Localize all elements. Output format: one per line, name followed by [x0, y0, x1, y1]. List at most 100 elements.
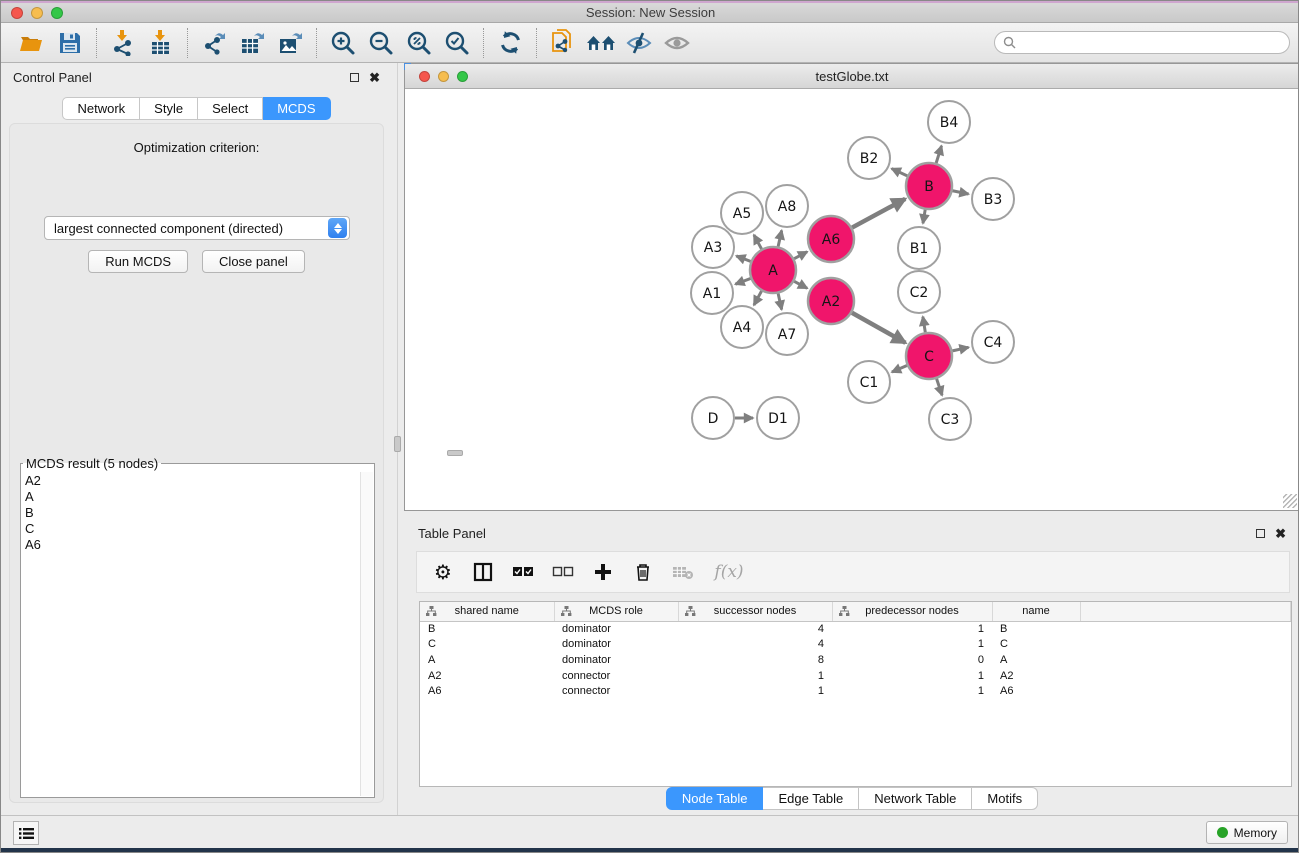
window-resize-grip[interactable] [1283, 494, 1297, 508]
graph-node-D1[interactable]: D1 [757, 397, 799, 439]
tab-style[interactable]: Style [140, 97, 198, 120]
first-neighbors-button[interactable] [582, 26, 620, 60]
tab-edge-table[interactable]: Edge Table [763, 787, 859, 810]
table-cell[interactable]: 4 [678, 621, 832, 637]
result-item[interactable]: A6 [25, 537, 374, 553]
table-cell[interactable]: A [992, 652, 1080, 668]
table-cell[interactable]: C [420, 637, 554, 653]
minimize-window-button[interactable] [31, 7, 43, 19]
select-all-button[interactable] [509, 558, 537, 586]
close-window-button[interactable] [11, 7, 23, 19]
zoom-fit-button[interactable] [400, 26, 438, 60]
table-cell[interactable] [1080, 668, 1291, 684]
refresh-button[interactable] [491, 26, 529, 60]
optimization-criterion-select[interactable]: largest connected component (directed) [44, 216, 350, 240]
table-cell[interactable] [1080, 683, 1291, 699]
table-cell[interactable]: 1 [678, 668, 832, 684]
import-network-button[interactable] [104, 26, 142, 60]
table-cell[interactable]: 1 [832, 637, 992, 653]
graph-edge-A-A8[interactable] [778, 230, 782, 246]
search-input[interactable] [1021, 36, 1289, 50]
graph-edge-B-B1[interactable] [923, 210, 925, 224]
graph-node-A6[interactable]: A6 [808, 216, 854, 262]
graph-edge-A-A2[interactable] [794, 281, 807, 288]
graph-edge-B-B2[interactable] [892, 169, 908, 176]
graph-node-A4[interactable]: A4 [721, 306, 763, 348]
tab-mcds[interactable]: MCDS [263, 97, 330, 120]
tab-select[interactable]: Select [198, 97, 263, 120]
column-header-shared-name[interactable]: shared name [420, 602, 554, 621]
graph-node-A7[interactable]: A7 [766, 313, 808, 355]
zoom-out-button[interactable] [362, 26, 400, 60]
graph-node-A2[interactable]: A2 [808, 278, 854, 324]
table-cell[interactable] [1080, 637, 1291, 653]
memory-button[interactable]: Memory [1206, 821, 1288, 844]
graph-node-A1[interactable]: A1 [691, 272, 733, 314]
column-header-predecessor-nodes[interactable]: predecessor nodes [832, 602, 992, 621]
table-cell[interactable]: 4 [678, 637, 832, 653]
export-network-button[interactable] [195, 26, 233, 60]
table-cell[interactable]: 1 [832, 668, 992, 684]
search-box[interactable] [994, 31, 1290, 54]
table-cell[interactable]: A2 [420, 668, 554, 684]
table-cell[interactable]: 0 [832, 652, 992, 668]
result-item[interactable]: A [25, 489, 374, 505]
graph-edge-A-A5[interactable] [754, 235, 762, 249]
graph-edge-A-A7[interactable] [778, 293, 782, 309]
table-cell[interactable]: dominator [554, 637, 678, 653]
graph-node-C2[interactable]: C2 [898, 271, 940, 313]
table-row[interactable]: Adominator80A [420, 652, 1291, 668]
table-cell[interactable]: dominator [554, 621, 678, 637]
task-history-button[interactable] [13, 821, 39, 845]
float-panel-icon[interactable] [350, 73, 359, 82]
graph-edge-A-A3[interactable] [736, 256, 750, 261]
result-item[interactable]: B [25, 505, 374, 521]
deselect-all-button[interactable] [549, 558, 577, 586]
graph-edge-C-C1[interactable] [892, 366, 907, 373]
result-scrollbar[interactable] [360, 472, 373, 796]
graph-node-B1[interactable]: B1 [898, 227, 940, 269]
graph-node-C[interactable]: C [906, 333, 952, 379]
network-window-titlebar[interactable]: testGlobe.txt [405, 64, 1299, 89]
vertical-splitter[interactable] [392, 63, 404, 815]
graph-node-C1[interactable]: C1 [848, 361, 890, 403]
graph-edge-A-A4[interactable] [754, 291, 762, 305]
float-table-panel-icon[interactable] [1256, 529, 1265, 538]
table-cell[interactable]: 1 [832, 683, 992, 699]
table-cell[interactable]: 8 [678, 652, 832, 668]
graph-edge-C-C2[interactable] [923, 317, 925, 333]
add-column-button[interactable] [589, 558, 617, 586]
graph-node-B4[interactable]: B4 [928, 101, 970, 143]
minimize-view-button[interactable] [438, 71, 449, 82]
tab-network[interactable]: Network [62, 97, 140, 120]
graph-node-C3[interactable]: C3 [929, 398, 971, 440]
graph-node-B3[interactable]: B3 [972, 178, 1014, 220]
zoom-in-button[interactable] [324, 26, 362, 60]
graph-edge-A2-C[interactable] [852, 313, 906, 343]
table-cell[interactable]: B [420, 621, 554, 637]
table-cell[interactable]: 1 [832, 621, 992, 637]
graph-edge-C-C3[interactable] [937, 379, 943, 396]
graph-node-A8[interactable]: A8 [766, 185, 808, 227]
column-visibility-button[interactable] [469, 558, 497, 586]
import-table-button[interactable] [142, 26, 180, 60]
graph-node-B[interactable]: B [906, 163, 952, 209]
table-cell[interactable]: A6 [992, 683, 1080, 699]
graph-node-A5[interactable]: A5 [721, 192, 763, 234]
graph-node-C4[interactable]: C4 [972, 321, 1014, 363]
show-all-button[interactable] [658, 26, 696, 60]
graph-edge-A6-B[interactable] [852, 199, 905, 228]
graph-edge-C-C4[interactable] [952, 347, 968, 351]
table-cell[interactable]: connector [554, 668, 678, 684]
tab-node-table[interactable]: Node Table [666, 787, 764, 810]
save-session-button[interactable] [51, 26, 89, 60]
network-canvas[interactable]: AA1A2A3A4A5A6A7A8BB1B2B3B4CC1C2C3C4DD1 [405, 89, 1299, 510]
splitter-handle[interactable] [394, 436, 401, 452]
table-cell[interactable]: A [420, 652, 554, 668]
graph-node-A[interactable]: A [750, 247, 796, 293]
result-item[interactable]: A2 [25, 473, 374, 489]
close-panel-icon[interactable]: ✖ [369, 73, 380, 82]
horizontal-splitter-handle[interactable] [447, 450, 463, 456]
table-cell[interactable]: A6 [420, 683, 554, 699]
zoom-selected-button[interactable] [438, 26, 476, 60]
